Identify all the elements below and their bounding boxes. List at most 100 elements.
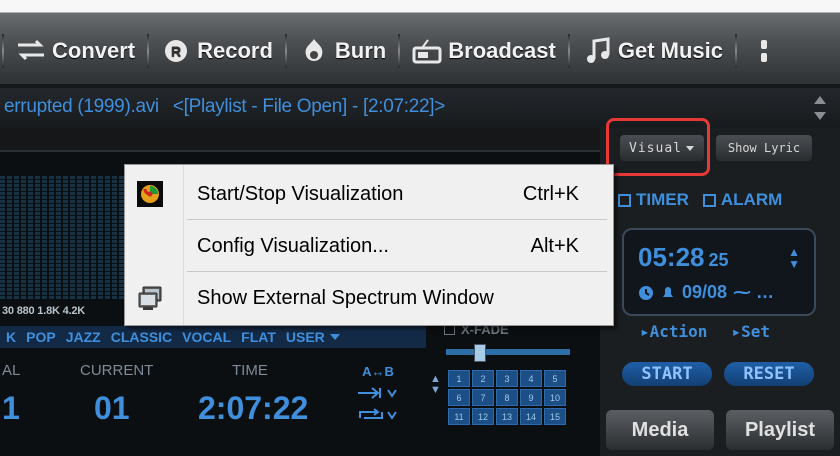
alarm-label: ALARM (720, 190, 783, 209)
eq-preset-pop[interactable]: POP (26, 329, 56, 345)
clock-display: 05:28 25 ▲ ▼ 09/08 ⁓ … (622, 228, 816, 316)
player-window: Convert R Record Burn Broadcast Get Musi… (0, 0, 840, 456)
playlist-number-grid: 1 2 3 4 5 6 7 8 9 10 11 12 13 14 15 (448, 370, 566, 425)
next-mode-button[interactable] (348, 382, 408, 404)
eq-preset-user[interactable]: USER (286, 329, 341, 345)
crossfade-slider[interactable] (446, 344, 570, 362)
convert-button[interactable]: Convert (12, 36, 139, 66)
timer-label: TIMER (636, 190, 689, 209)
up-down-arrows-icon (814, 96, 826, 120)
clock-hours-minutes: 05:28 (638, 242, 705, 272)
toolbar-separator (734, 34, 737, 68)
eq-preset-vocal[interactable]: VOCAL (182, 329, 231, 345)
marquee-scroll-arrows[interactable] (812, 94, 828, 122)
playlist-slot[interactable]: 14 (520, 408, 542, 425)
total-value: 1 (2, 390, 20, 426)
eq-preset-jazz[interactable]: JAZZ (66, 329, 101, 345)
playlist-slot[interactable]: 10 (544, 389, 566, 406)
more-button[interactable] (745, 36, 783, 66)
action-set-row: ▸Action ▸Set (640, 322, 770, 341)
clock-seconds: 25 (708, 250, 729, 270)
get-music-label: Get Music (617, 38, 723, 63)
action-button[interactable]: ▸Action (640, 322, 707, 341)
crossfade-slider-knob[interactable] (474, 344, 486, 362)
menu-item-config-visualization[interactable]: Config Visualization... Alt+K (125, 221, 613, 271)
eq-preset-flat[interactable]: FLAT (241, 329, 276, 345)
repeat-icon (359, 408, 397, 420)
record-button[interactable]: R Record (157, 36, 277, 66)
time-label: TIME (232, 362, 268, 379)
playlist-slot[interactable]: 12 (472, 408, 494, 425)
playlist-tab[interactable]: Playlist (726, 410, 834, 450)
eq-preset-classic[interactable]: CLASSIC (111, 329, 172, 345)
clock-date: 09/08 (682, 282, 728, 302)
eq-preset-k[interactable]: K (6, 329, 16, 345)
visual-context-menu: Start/Stop Visualization Ctrl+K Config V… (124, 164, 614, 326)
convert-icon (16, 36, 46, 66)
playlist-slot[interactable]: 8 (496, 389, 518, 406)
current-label: CURRENT (80, 362, 154, 379)
playlist-slot[interactable]: 6 (448, 389, 470, 406)
get-music-button[interactable]: Get Music (578, 36, 727, 66)
repeat-mode-button[interactable] (348, 404, 408, 426)
music-note-icon (582, 36, 612, 66)
now-playing-bar: errupted (1999).avi <[Playlist - File Ope… (0, 88, 840, 128)
main-toolbar: Convert R Record Burn Broadcast Get Musi… (0, 0, 840, 84)
playlist-slot[interactable]: 5 (544, 370, 566, 387)
alarm-bell-icon (663, 286, 673, 297)
playlist-slot[interactable]: 3 (496, 370, 518, 387)
highlight-annotation (606, 118, 710, 176)
playlist-slot[interactable]: 7 (472, 389, 494, 406)
playlist-slot[interactable]: 11 (448, 408, 470, 425)
now-playing-text: errupted (1999).avi <[Playlist - File Ope… (4, 96, 445, 118)
timer-alarm-row: TIMER ALARM (618, 190, 782, 210)
playlist-page-arrows[interactable]: ▲ ▼ (430, 374, 441, 396)
burn-label: Burn (334, 38, 387, 63)
playlist-slot[interactable]: 4 (520, 370, 542, 387)
broadcast-label: Broadcast (448, 38, 556, 63)
menu-separator (187, 219, 607, 220)
eq-preset-bar: K POP JAZZ CLASSIC VOCAL FLAT USER (0, 326, 426, 348)
set-button[interactable]: ▸Set (731, 322, 770, 341)
more-icon (749, 36, 779, 66)
burn-button[interactable]: Burn (295, 36, 390, 66)
playlist-slot[interactable]: 13 (496, 408, 518, 425)
menu-item-show-external-spectrum[interactable]: Show External Spectrum Window (125, 273, 613, 323)
spectrum-analyzer[interactable] (0, 176, 130, 300)
playlist-slot[interactable]: 2 (472, 370, 494, 387)
show-lyric-button[interactable]: Show Lyric (716, 135, 812, 161)
broadcast-button[interactable]: Broadcast (408, 36, 560, 66)
clock-adjust-arrows[interactable]: ▲ ▼ (788, 246, 800, 270)
media-tab[interactable]: Media (606, 410, 714, 450)
menu-item-label: Config Visualization... (197, 234, 389, 257)
now-playing-file: errupted (1999).avi (4, 96, 159, 117)
frequency-labels: 30 880 1.8K 4.2K (2, 305, 86, 317)
convert-label: Convert (52, 38, 136, 63)
menu-item-start-stop-visualization[interactable]: Start/Stop Visualization Ctrl+K (125, 169, 613, 219)
timer-toggle[interactable]: TIMER (618, 190, 689, 210)
burn-icon (299, 36, 329, 66)
playlist-slot[interactable]: 15 (544, 408, 566, 425)
chevron-down-icon (329, 334, 340, 340)
visualization-swirl-icon (137, 181, 163, 207)
start-button[interactable]: START (622, 362, 712, 386)
ab-repeat-button[interactable]: A↔B (348, 360, 408, 382)
alarm-checkbox[interactable] (702, 193, 716, 207)
timer-checkbox[interactable] (618, 193, 631, 207)
reset-button[interactable]: RESET (724, 362, 814, 386)
playlist-slot[interactable]: 9 (520, 389, 542, 406)
clock-icon (639, 285, 653, 300)
toolbar-separator (147, 34, 150, 68)
repeat-controls: A↔B (348, 360, 408, 426)
clock-date-row: 09/08 ⁓ … (638, 282, 774, 303)
toolbar-separator (284, 34, 287, 68)
svg-text:R: R (171, 43, 181, 59)
playlist-slot[interactable]: 1 (448, 370, 470, 387)
alarm-toggle[interactable]: ALARM (702, 190, 783, 210)
playlist-info: <[Playlist - File Open] - [2:07:22]> (172, 96, 446, 117)
broadcast-icon (412, 36, 442, 66)
current-value: 01 (94, 390, 130, 426)
clock-time: 05:28 25 (638, 242, 729, 273)
menu-item-label: Start/Stop Visualization (197, 182, 404, 205)
toolbar-separator (567, 34, 570, 68)
